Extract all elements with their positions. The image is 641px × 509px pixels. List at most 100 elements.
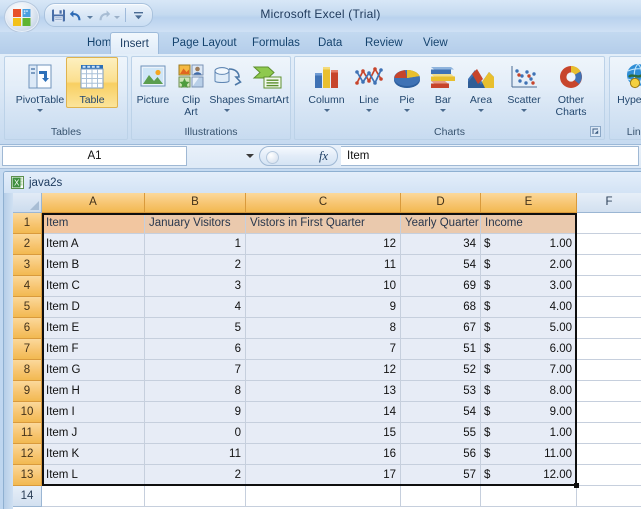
clip-art-button[interactable]: Clip Art — [174, 57, 208, 119]
cancel-entry-icon[interactable] — [266, 151, 279, 164]
cell-a7[interactable]: Item F — [42, 339, 145, 360]
column-header-f[interactable]: F — [577, 193, 641, 213]
cell-c6[interactable]: 8 — [246, 318, 401, 339]
cell-e13[interactable]: $12.00 — [481, 465, 577, 486]
bar-chart-caret-icon[interactable] — [440, 108, 446, 112]
cell-c14[interactable] — [246, 486, 401, 507]
cell-b4[interactable]: 3 — [145, 276, 246, 297]
cell-d2[interactable]: 34 — [401, 234, 481, 255]
insert-function-icon[interactable]: fx — [319, 149, 328, 164]
cell-d11[interactable]: 55 — [401, 423, 481, 444]
cell-e4[interactable]: $3.00 — [481, 276, 577, 297]
row-header-13[interactable]: 13 — [13, 465, 42, 486]
cell-f6[interactable] — [577, 318, 641, 339]
cell-d3[interactable]: 54 — [401, 255, 481, 276]
cell-b9[interactable]: 8 — [145, 381, 246, 402]
cell-c2[interactable]: 12 — [246, 234, 401, 255]
cell-c7[interactable]: 7 — [246, 339, 401, 360]
cell-a1[interactable]: Item — [42, 213, 145, 234]
row-header-3[interactable]: 3 — [13, 255, 42, 276]
cell-f13[interactable] — [577, 465, 641, 486]
cell-e7[interactable]: $6.00 — [481, 339, 577, 360]
row-header-5[interactable]: 5 — [13, 297, 42, 318]
cell-f1[interactable] — [577, 213, 641, 234]
column-header-a[interactable]: A — [42, 193, 145, 213]
cell-f5[interactable] — [577, 297, 641, 318]
tab-insert[interactable]: Insert — [110, 32, 159, 55]
cell-c12[interactable]: 16 — [246, 444, 401, 465]
cell-c11[interactable]: 15 — [246, 423, 401, 444]
tab-formulas[interactable]: Formulas — [243, 33, 309, 54]
column-header-e[interactable]: E — [481, 193, 577, 213]
cell-e8[interactable]: $7.00 — [481, 360, 577, 381]
cell-a2[interactable]: Item A — [42, 234, 145, 255]
line-chart-button[interactable]: Line — [349, 57, 389, 113]
column-chart-button[interactable]: Column — [304, 57, 349, 113]
cell-f3[interactable] — [577, 255, 641, 276]
row-header-12[interactable]: 12 — [13, 444, 42, 465]
scatter-chart-button[interactable]: Scatter — [501, 57, 547, 113]
cell-b10[interactable]: 9 — [145, 402, 246, 423]
cell-d14[interactable] — [401, 486, 481, 507]
cell-d6[interactable]: 67 — [401, 318, 481, 339]
selection-fill-handle[interactable] — [574, 483, 579, 488]
cell-c13[interactable]: 17 — [246, 465, 401, 486]
cell-d12[interactable]: 56 — [401, 444, 481, 465]
cell-d7[interactable]: 51 — [401, 339, 481, 360]
cell-e2[interactable]: $1.00 — [481, 234, 577, 255]
cell-b11[interactable]: 0 — [145, 423, 246, 444]
cell-d8[interactable]: 52 — [401, 360, 481, 381]
cell-c9[interactable]: 13 — [246, 381, 401, 402]
cell-f8[interactable] — [577, 360, 641, 381]
pie-chart-button[interactable]: Pie — [389, 57, 425, 113]
name-box-dropdown-arrow-icon[interactable] — [246, 154, 254, 158]
cell-f14[interactable] — [577, 486, 641, 507]
other-charts-button[interactable]: Other Charts — [547, 57, 595, 119]
cell-a14[interactable] — [42, 486, 145, 507]
pie-chart-caret-icon[interactable] — [404, 108, 410, 112]
tab-view[interactable]: View — [414, 33, 457, 54]
cell-a12[interactable]: Item K — [42, 444, 145, 465]
table-button[interactable]: Table — [66, 57, 118, 108]
cell-b7[interactable]: 6 — [145, 339, 246, 360]
worksheet-grid[interactable]: A B C D E F 1 2 3 4 5 6 7 8 9 10 11 12 1… — [4, 193, 641, 509]
row-header-4[interactable]: 4 — [13, 276, 42, 297]
cell-e9[interactable]: $8.00 — [481, 381, 577, 402]
cell-b13[interactable]: 2 — [145, 465, 246, 486]
cell-c4[interactable]: 10 — [246, 276, 401, 297]
row-header-9[interactable]: 9 — [13, 381, 42, 402]
column-chart-caret-icon[interactable] — [323, 108, 330, 112]
column-header-d[interactable]: D — [401, 193, 481, 213]
tab-review[interactable]: Review — [356, 33, 412, 54]
cell-d13[interactable]: 57 — [401, 465, 481, 486]
scatter-chart-caret-icon[interactable] — [521, 108, 527, 112]
select-all-button[interactable] — [13, 193, 42, 213]
formula-input[interactable]: Item — [341, 146, 639, 166]
row-header-6[interactable]: 6 — [13, 318, 42, 339]
cell-b6[interactable]: 5 — [145, 318, 246, 339]
cell-a11[interactable]: Item J — [42, 423, 145, 444]
cell-d4[interactable]: 69 — [401, 276, 481, 297]
cell-b1[interactable]: January Visitors — [145, 213, 246, 234]
smartart-button[interactable]: SmartArt — [246, 57, 290, 108]
cell-f4[interactable] — [577, 276, 641, 297]
line-chart-caret-icon[interactable] — [366, 108, 372, 112]
cell-e12[interactable]: $11.00 — [481, 444, 577, 465]
cell-e14[interactable] — [481, 486, 577, 507]
picture-button[interactable]: Picture — [132, 57, 174, 108]
tab-page-layout[interactable]: Page Layout — [163, 33, 246, 54]
cell-f7[interactable] — [577, 339, 641, 360]
cell-a13[interactable]: Item L — [42, 465, 145, 486]
cell-b2[interactable]: 1 — [145, 234, 246, 255]
cell-a9[interactable]: Item H — [42, 381, 145, 402]
row-header-14[interactable]: 14 — [13, 486, 42, 507]
row-header-8[interactable]: 8 — [13, 360, 42, 381]
cell-a8[interactable]: Item G — [42, 360, 145, 381]
cell-f12[interactable] — [577, 444, 641, 465]
cell-a4[interactable]: Item C — [42, 276, 145, 297]
bar-chart-button[interactable]: Bar — [425, 57, 461, 113]
name-box[interactable]: A1 — [2, 146, 187, 166]
cell-a5[interactable]: Item D — [42, 297, 145, 318]
row-header-10[interactable]: 10 — [13, 402, 42, 423]
cell-e1[interactable]: Income — [481, 213, 577, 234]
